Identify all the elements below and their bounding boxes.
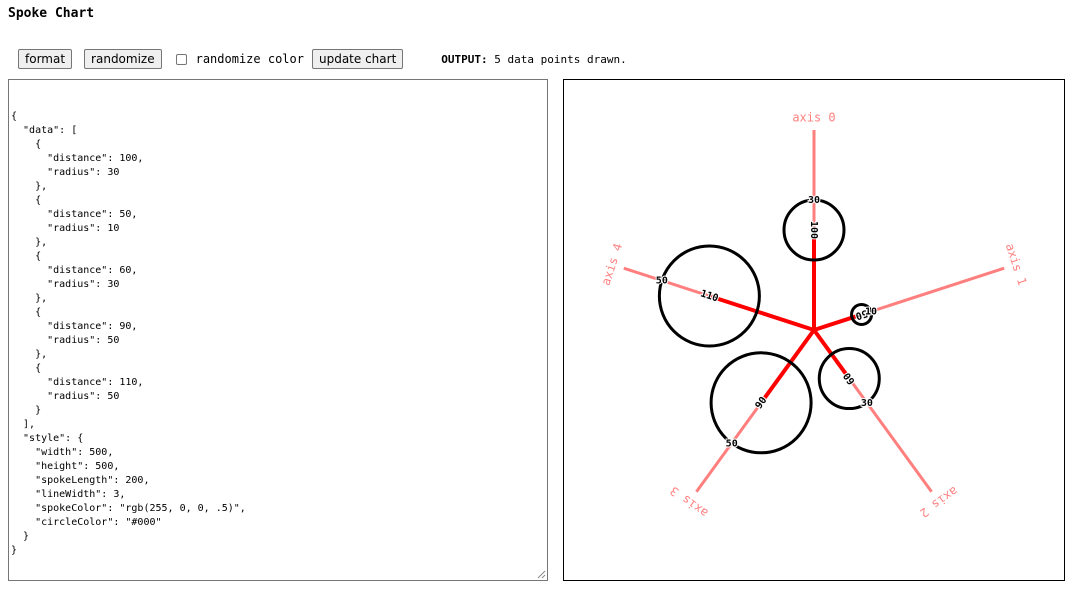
radius-label-1: 10	[865, 306, 877, 317]
value-line-4	[708, 294, 815, 332]
output-status: OUTPUT: 5 data points drawn.	[441, 53, 626, 66]
axis-label-1: axis 1	[1003, 242, 1030, 288]
axis-label-2: axis 2	[917, 484, 960, 521]
page-title: Spoke Chart	[8, 6, 95, 21]
radius-label-3: 50	[726, 438, 738, 449]
spoke-chart: 1003050106030905011050axis 0axis 1axis 2…	[599, 111, 1030, 521]
axis-label-0: axis 0	[792, 111, 835, 125]
radius-label-0: 30	[808, 195, 820, 206]
toolbar: format randomize randomize color update …	[18, 48, 627, 70]
update-chart-button[interactable]: update chart	[311, 49, 404, 69]
resize-handle-icon[interactable]	[536, 569, 546, 579]
format-button[interactable]: format	[18, 49, 73, 69]
randomize-color-label: randomize color	[195, 52, 304, 66]
radius-label-4: 50	[656, 276, 668, 287]
distance-label-0: 100	[808, 221, 819, 239]
json-editor[interactable]: { "data": [ { "distance": 100, "radius":…	[8, 79, 548, 581]
axis-label-3: axis 3	[667, 484, 710, 521]
axis-label-4: axis 4	[599, 242, 626, 288]
value-line-3	[759, 328, 816, 404]
randomize-color-checkbox[interactable]	[175, 53, 187, 65]
chart-canvas: 100 30 50 10 60 30 90 50 110 50 axis 0 axis 1 axis 2…	[563, 79, 1065, 581]
output-prefix: OUTPUT:	[441, 52, 488, 66]
radius-label-2: 30	[861, 398, 873, 409]
randomize-color-toggle[interactable]: randomize color	[175, 52, 304, 66]
output-text: 5 data points drawn.	[494, 52, 627, 66]
json-editor-text: { "data": [ { "distance": 100, "radius":…	[11, 111, 246, 556]
distance-label-4: 110	[699, 288, 720, 304]
randomize-button[interactable]: randomize	[84, 49, 162, 69]
